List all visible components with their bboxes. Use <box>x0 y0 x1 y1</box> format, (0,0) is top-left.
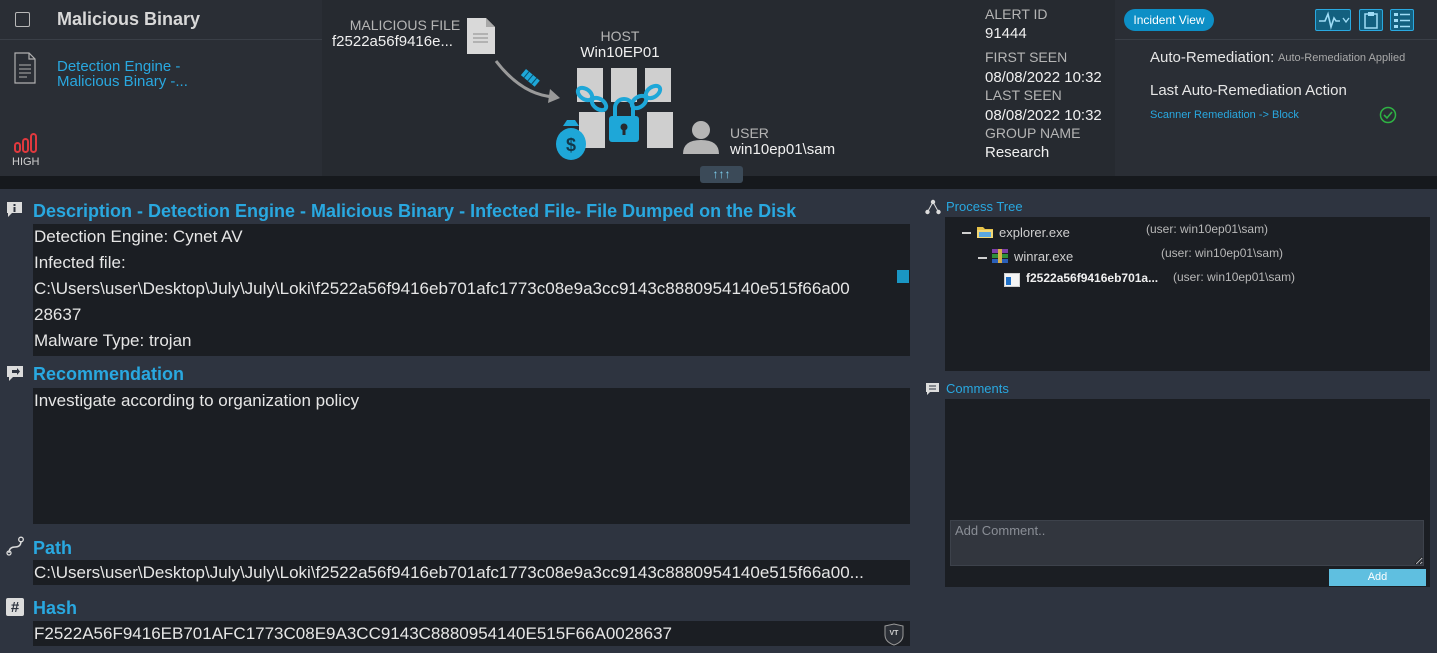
user-label: USER <box>730 125 769 141</box>
comments-panel: Add <box>945 399 1430 587</box>
process-name[interactable]: f2522a56f9416eb701a... <box>1026 271 1158 285</box>
recommendation-text: Investigate according to organization po… <box>34 391 360 410</box>
comment-input[interactable] <box>950 520 1424 566</box>
last-action-value[interactable]: Scanner Remediation -> Block <box>1150 109 1299 121</box>
auto-remediation-value: Auto-Remediation Applied <box>1278 52 1406 64</box>
comments-icon <box>926 383 939 395</box>
user-value[interactable]: win10ep01\sam <box>730 141 835 158</box>
alert-meta: ALERT ID 91444 FIRST SEEN 08/08/2022 10:… <box>985 0 1110 176</box>
hash-icon: # <box>6 598 24 616</box>
alert-summary-panel: Malicious Binary Detection Engine - Mali… <box>0 0 322 176</box>
info-icon <box>7 202 22 217</box>
description-line: Detection Engine: Cynet AV <box>34 227 243 246</box>
collapse-header-button[interactable]: ↑↑↑ <box>700 166 743 183</box>
clipboard-icon[interactable] <box>1359 9 1383 31</box>
severity-label: HIGH <box>12 156 40 168</box>
path-value: C:\Users\user\Desktop\July\July\Loki\f25… <box>34 563 864 582</box>
document-icon <box>14 52 36 84</box>
folder-icon <box>977 227 993 238</box>
description-box: Detection Engine: Cynet AV Infected file… <box>33 224 910 356</box>
first-seen-value: 08/08/2022 10:32 <box>985 69 1102 86</box>
description-line: C:\Users\user\Desktop\July\July\Loki\f25… <box>34 279 850 298</box>
winrar-icon <box>992 249 1008 263</box>
path-title: Path <box>33 538 73 558</box>
last-seen-label: LAST SEEN <box>985 87 1062 103</box>
recommendation-title: Recommendation <box>33 364 185 384</box>
virustotal-label: VT <box>889 630 899 637</box>
process-user: (user: win10ep01\sam) <box>1146 222 1269 236</box>
group-name-label: GROUP NAME <box>985 125 1081 141</box>
virustotal-button[interactable]: VT <box>877 623 908 646</box>
malicious-file-value[interactable]: f2522a56f9416e... <box>332 33 453 50</box>
alert-id-label: ALERT ID <box>985 6 1048 22</box>
ransomware-host-icon: $ <box>556 68 673 160</box>
first-seen-label: FIRST SEEN <box>985 49 1068 65</box>
group-name-value: Research <box>985 144 1050 161</box>
comments-title: Comments <box>946 381 1009 396</box>
copy-description-button[interactable] <box>897 270 909 283</box>
collapse-icon[interactable] <box>962 232 971 234</box>
process-tree-title: Process Tree <box>946 199 1023 214</box>
svg-text:#: # <box>11 599 20 616</box>
last-seen-value: 08/08/2022 10:32 <box>985 107 1102 124</box>
description-line: 28637 <box>34 305 82 324</box>
svg-text:$: $ <box>566 135 576 155</box>
path-icon <box>6 536 24 556</box>
last-action-label: Last Auto-Remediation Action <box>1150 82 1347 99</box>
alert-title: Malicious Binary <box>57 9 201 29</box>
select-alert-checkbox[interactable] <box>15 12 30 27</box>
success-check-icon <box>1379 106 1397 124</box>
user-avatar-icon <box>683 121 719 154</box>
hash-box: F2522A56F9416EB701AFC1773C08E9A3CC9143C8… <box>33 621 910 646</box>
process-tree-panel: explorer.exe (user: win10ep01\sam) winra… <box>945 217 1430 371</box>
description-line: Infected file: <box>34 253 126 272</box>
path-box: C:\Users\user\Desktop\July\July\Loki\f25… <box>33 560 910 585</box>
hash-value: F2522A56F9416EB701AFC1773C08E9A3CC9143C8… <box>34 624 672 643</box>
executable-icon <box>1004 273 1020 287</box>
infection-arrow-icon <box>494 60 560 103</box>
detection-engine-link[interactable]: Detection Engine - Malicious Binary -... <box>57 59 227 89</box>
recommendation-box: Investigate according to organization po… <box>33 388 910 524</box>
process-name[interactable]: winrar.exe <box>1014 249 1073 264</box>
list-icon[interactable] <box>1390 9 1414 31</box>
malicious-file-label: MALICIOUS FILE <box>349 17 461 33</box>
collapse-icon[interactable] <box>978 257 987 259</box>
host-label: HOST <box>600 28 640 44</box>
description-line: Malware Type: trojan <box>34 331 192 350</box>
description-title: Description - Detection Engine - Malicio… <box>33 201 797 221</box>
severity-high-icon <box>14 133 37 153</box>
process-user: (user: win10ep01\sam) <box>1173 270 1296 284</box>
activity-icon[interactable] <box>1315 9 1351 31</box>
process-user: (user: win10ep01\sam) <box>1161 246 1284 260</box>
malicious-file-icon <box>467 18 495 54</box>
recommendation-icon <box>7 366 23 381</box>
host-value[interactable]: Win10EP01 <box>570 44 670 61</box>
process-name[interactable]: explorer.exe <box>999 225 1070 240</box>
alert-id-value: 91444 <box>985 25 1027 42</box>
incident-view-button[interactable]: Incident View <box>1124 9 1214 31</box>
process-tree-icon <box>925 199 941 215</box>
add-comment-button[interactable]: Add <box>1329 569 1426 586</box>
auto-remediation-label: Auto-Remediation: <box>1150 49 1275 66</box>
hash-title: Hash <box>33 598 78 618</box>
